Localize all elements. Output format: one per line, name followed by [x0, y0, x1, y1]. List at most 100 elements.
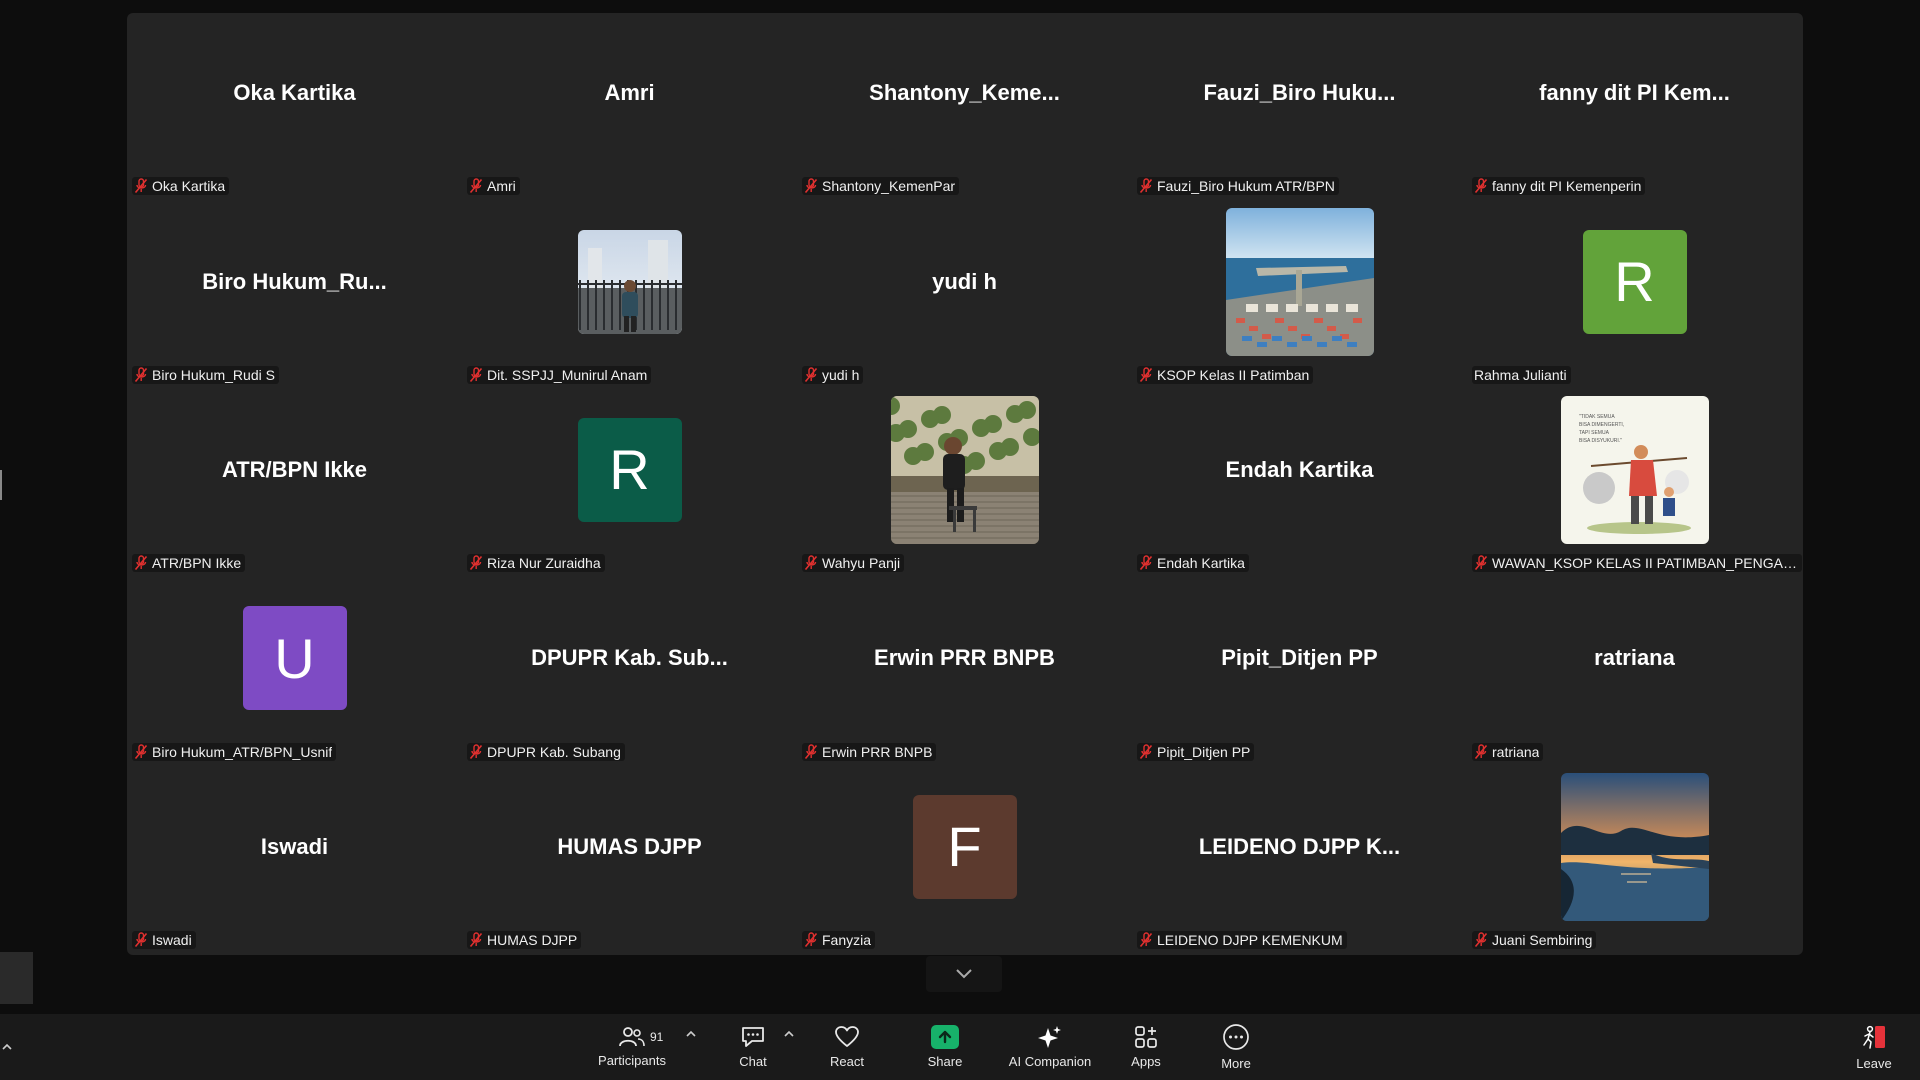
chevron-up-icon	[2, 1043, 12, 1050]
participants-count: 91	[650, 1030, 664, 1044]
participant-name-text: Erwin PRR BNPB	[822, 743, 933, 760]
participant-tile[interactable]: fanny dit PI Kem... fanny dit PI Kemenper…	[1467, 13, 1802, 201]
side-scroll-marker	[0, 470, 2, 500]
participant-name-text: ratriana	[1492, 743, 1540, 760]
apps-label: Apps	[1131, 1054, 1161, 1069]
participant-display-name: ATR/BPN Ikke	[221, 456, 368, 482]
participant-tile[interactable]: Erwin PRR BNPB Erwin PRR BNPB	[797, 578, 1132, 766]
ai-companion-button[interactable]: AI Companion	[1000, 1014, 1100, 1080]
participant-tile[interactable]: KSOP Kelas II Patimban	[1132, 201, 1467, 389]
participant-display-name: LEIDENO DJPP K...	[1198, 833, 1401, 859]
share-label: Share	[927, 1054, 963, 1069]
participant-name-text: Riza Nur Zuraidha	[487, 555, 601, 572]
participant-name-label: Amri	[467, 177, 520, 196]
share-button[interactable]: Share	[910, 1014, 980, 1080]
mic-muted-icon	[1139, 555, 1153, 571]
side-panel-tab[interactable]	[0, 952, 33, 1004]
participants-icon	[619, 1027, 645, 1047]
participant-tile[interactable]: R Rahma Julianti	[1467, 201, 1802, 389]
participant-tile[interactable]: Endah Kartika Endah Kartika	[1132, 390, 1467, 578]
participants-button[interactable]: Participants	[590, 1014, 674, 1080]
mic-muted-icon	[1139, 743, 1153, 759]
participant-name-label: Shantony_KemenPar	[802, 177, 960, 196]
participant-tile[interactable]: Pipit_Ditjen PP Pipit_Ditjen PP	[1132, 578, 1467, 766]
mic-muted-icon	[1474, 555, 1488, 571]
mic-muted-icon	[1474, 178, 1488, 194]
participant-name-label: Iswadi	[132, 930, 196, 949]
mic-muted-icon	[134, 367, 148, 382]
participant-name-label: Biro Hukum_ATR/BPN_Usnif	[132, 742, 337, 761]
toolbar-expand-caret[interactable]	[0, 1014, 14, 1080]
mic-muted-icon	[804, 178, 818, 194]
participant-photo	[1225, 207, 1374, 356]
participant-name-label: Riza Nur Zuraidha	[467, 554, 605, 573]
participant-tile[interactable]: Wahyu Panji	[797, 390, 1132, 578]
apps-icon	[1135, 1026, 1157, 1048]
participant-tile[interactable]: ratriana ratriana	[1467, 578, 1802, 766]
participant-tile[interactable]: U Biro Hukum_ATR/BPN_Usnif	[127, 578, 462, 766]
participant-name-text: fanny dit PI Kemenperin	[1492, 178, 1642, 195]
participant-name-label: Oka Kartika	[132, 177, 230, 196]
participant-tile[interactable]: F Fanyzia	[797, 767, 1132, 955]
participant-tile[interactable]: ATR/BPN Ikke ATR/BPN Ikke	[127, 390, 462, 578]
participant-name-label: Fauzi_Biro Hukum ATR/BPN	[1137, 177, 1339, 196]
participant-name-label: Juani Sembiring	[1472, 930, 1597, 949]
participant-display-name: HUMAS DJPP	[557, 833, 702, 859]
participant-tile[interactable]: Dit. SSPJJ_Munirul Anam	[462, 201, 797, 389]
chat-button[interactable]: Chat	[724, 1014, 782, 1080]
mic-muted-icon	[804, 743, 818, 759]
mic-muted-icon	[134, 932, 148, 947]
leave-button[interactable]: Leave	[1846, 1014, 1902, 1080]
participant-tile[interactable]: Fauzi_Biro Huku... Fauzi_Biro Hukum ATR/B…	[1132, 13, 1467, 201]
gallery-view: Oka Kartika Oka Kartika Amri Amri Shantony_K…	[127, 13, 1803, 955]
mic-muted-icon	[134, 555, 148, 571]
participant-name-label: Biro Hukum_Rudi S	[132, 365, 279, 384]
participant-display-name: Shantony_Keme...	[869, 80, 1060, 106]
participant-name-text: DPUPR Kab. Subang	[487, 743, 621, 760]
participant-tile[interactable]: Juani Sembiring	[1467, 767, 1802, 955]
react-button[interactable]: React	[816, 1014, 878, 1080]
participant-display-name: DPUPR Kab. Sub...	[531, 645, 728, 671]
participant-name-text: Wahyu Panji	[822, 555, 901, 572]
mic-muted-icon	[1139, 367, 1153, 382]
participant-display-name: Pipit_Ditjen PP	[1221, 645, 1378, 671]
more-button[interactable]: More	[1208, 1014, 1264, 1080]
participant-name-label: DPUPR Kab. Subang	[467, 742, 625, 761]
participant-name-label: Erwin PRR BNPB	[802, 742, 937, 761]
participant-tile[interactable]: Amri Amri	[462, 13, 797, 201]
apps-button[interactable]: Apps	[1118, 1014, 1174, 1080]
participant-tile[interactable]: Shantony_Keme... Shantony_KemenPar	[797, 13, 1132, 201]
chat-caret[interactable]	[781, 1014, 797, 1054]
chevron-down-icon	[956, 969, 972, 979]
participants-caret[interactable]	[683, 1014, 699, 1054]
participant-tile[interactable]: yudi h yudi h	[797, 201, 1132, 389]
scroll-down-button[interactable]	[926, 956, 1002, 992]
participant-tile[interactable]: "TIDAK SEMUA BISA DIMENGERTI, TAPI SEMUA BI…	[1467, 390, 1802, 578]
heart-icon	[835, 1026, 859, 1047]
participant-tile[interactable]: Oka Kartika Oka Kartika	[127, 13, 462, 201]
participant-name-text: Iswadi	[152, 931, 192, 948]
more-icon	[1223, 1024, 1249, 1050]
participant-photo: "TIDAK SEMUA BISA DIMENGERTI, TAPI SEMUA BI…	[1560, 395, 1709, 544]
mic-muted-icon	[469, 555, 483, 571]
participant-name-text: Juani Sembiring	[1492, 931, 1593, 948]
participant-name-text: HUMAS DJPP	[487, 931, 578, 948]
participant-name-text: WAWAN_KSOP KELAS II PATIMBAN_PENGADAA...	[1492, 555, 1798, 572]
participant-name-text: Oka Kartika	[152, 178, 226, 195]
leave-icon	[1863, 1025, 1885, 1049]
participant-tile[interactable]: DPUPR Kab. Sub... DPUPR Kab. Subang	[462, 578, 797, 766]
participant-display-name: Biro Hukum_Ru...	[202, 268, 387, 294]
participant-name-text: LEIDENO DJPP KEMENKUM	[1157, 931, 1343, 948]
participant-name-text: Biro Hukum_ATR/BPN_Usnif	[152, 743, 333, 760]
participant-display-name: Iswadi	[260, 833, 329, 859]
participant-avatar: F	[912, 794, 1017, 899]
participant-tile[interactable]: R Riza Nur Zuraidha	[462, 390, 797, 578]
participant-photo	[890, 395, 1039, 544]
participant-tile[interactable]: HUMAS DJPP HUMAS DJPP	[462, 767, 797, 955]
svg-text:BISA DIMENGERTI,: BISA DIMENGERTI,	[1579, 422, 1624, 428]
zoom-meeting-window: Oka Kartika Oka Kartika Amri Amri Shantony_K…	[0, 0, 1920, 1080]
participant-tile[interactable]: Biro Hukum_Ru... Biro Hukum_Rudi S	[127, 201, 462, 389]
participant-tile[interactable]: LEIDENO DJPP K... LEIDENO DJPP KEMENKUM	[1132, 767, 1467, 955]
participant-tile[interactable]: Iswadi Iswadi	[127, 767, 462, 955]
mic-muted-icon	[134, 178, 148, 194]
